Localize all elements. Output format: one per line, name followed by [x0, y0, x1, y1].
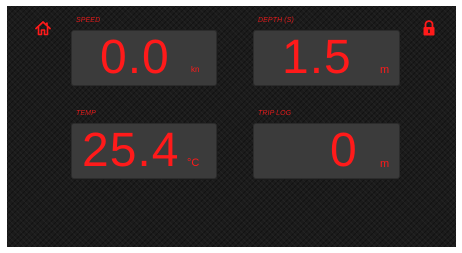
- speed-value: 0.0: [100, 31, 170, 84]
- trip-log-unit: m: [380, 158, 390, 170]
- trip-log-tile[interactable]: 0 m: [253, 123, 400, 179]
- depth-label: DEPTH (S): [258, 17, 294, 24]
- temp-unit: °C: [187, 157, 200, 169]
- speed-unit: kn: [191, 65, 200, 74]
- depth-tile[interactable]: 1.5 m: [253, 30, 400, 86]
- trip-log-label: TRIP LOG: [258, 110, 292, 117]
- temp-tile[interactable]: 25.4 °C: [71, 123, 217, 179]
- temp-value: 25.4: [82, 124, 180, 177]
- depth-value: 1.5: [282, 31, 352, 84]
- home-icon: [34, 19, 52, 37]
- temp-label: TEMP: [76, 110, 96, 117]
- home-button[interactable]: [34, 19, 52, 37]
- trip-log-value: 0: [330, 124, 358, 177]
- lock-button[interactable]: [420, 19, 438, 37]
- dashboard-screen: SPEED 0.0 kn DEPTH (S) 1.5 m TEMP 25.4 °…: [7, 6, 456, 247]
- lock-icon: [420, 19, 438, 37]
- speed-tile[interactable]: 0.0 kn: [71, 30, 217, 86]
- depth-unit: m: [380, 64, 390, 76]
- speed-label: SPEED: [76, 17, 101, 24]
